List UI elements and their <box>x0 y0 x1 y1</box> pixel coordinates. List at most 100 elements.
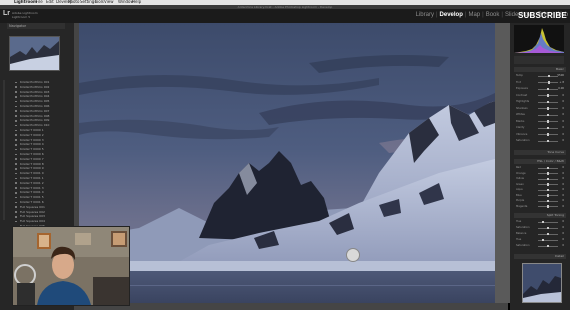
slider-row[interactable]: Balance 0 <box>516 232 564 236</box>
slider-row[interactable]: Magenta 0 <box>516 205 564 209</box>
hsl-panel-header[interactable]: HSL / Color / B&W <box>514 159 566 164</box>
slider-row[interactable]: Vibrance 0 <box>516 133 564 137</box>
slider-value: 0 <box>562 238 564 241</box>
lightroom-logo: Lr <box>3 10 10 17</box>
slider-row[interactable]: Hue 0 <box>516 220 564 224</box>
module-library[interactable]: Library <box>414 12 436 18</box>
slider-value: 0 <box>562 177 564 180</box>
slider-row[interactable]: Temp 5500 <box>516 74 564 78</box>
slider-row[interactable]: Aqua 0 <box>516 188 564 192</box>
slider-row[interactable]: Shadows 0 <box>516 107 564 111</box>
slider-row[interactable]: Saturation 0 <box>516 226 564 230</box>
slider-knob[interactable] <box>547 139 549 143</box>
menubar-item[interactable]: Help <box>132 0 141 4</box>
left-panel-scrollbar[interactable] <box>3 80 5 220</box>
slider-track[interactable] <box>538 221 558 223</box>
slider-label: Orange <box>516 171 526 175</box>
slider-knob[interactable] <box>547 177 549 181</box>
slider-track[interactable] <box>538 239 558 241</box>
module-map[interactable]: Map <box>466 12 482 18</box>
slider-knob[interactable] <box>547 232 549 236</box>
menubar-item[interactable]: View <box>104 0 114 4</box>
slider-label: Balance <box>516 232 527 235</box>
detail-panel-header[interactable]: Detail <box>514 254 566 259</box>
slider-value: + 8 <box>559 80 564 84</box>
slider-row[interactable]: Tint + 8 <box>516 81 564 85</box>
slider-row[interactable]: Purple 0 <box>516 199 564 203</box>
menubar-item[interactable]: File <box>36 0 43 4</box>
identity-plate-line2: Lightroom 5 <box>12 15 31 19</box>
slider-knob[interactable] <box>547 100 549 104</box>
slider-row[interactable]: Yellow 0 <box>516 177 564 181</box>
slider-knob[interactable] <box>547 120 549 123</box>
slider-knob[interactable] <box>547 199 549 203</box>
slider-row[interactable]: Blue 0 <box>516 194 564 198</box>
module-book[interactable]: Book <box>484 12 502 18</box>
tone-curve-panel-header[interactable]: Tone Curve <box>514 150 566 155</box>
detail-preview-thumbnail[interactable] <box>522 263 562 303</box>
slider-row[interactable]: Red 0 <box>516 166 564 170</box>
slider-label: Blue <box>516 193 522 197</box>
slider-knob[interactable] <box>548 74 550 78</box>
slider-row[interactable]: Hue 0 <box>516 238 564 242</box>
slider-knob[interactable] <box>547 113 549 117</box>
navigator-label: Navigator <box>9 24 27 28</box>
slider-knob[interactable] <box>547 126 549 130</box>
slider-knob[interactable] <box>542 220 544 224</box>
slider-label: Magenta <box>516 204 528 208</box>
navigator-preview[interactable] <box>9 36 60 71</box>
slider-knob[interactable] <box>547 172 549 175</box>
split-toning-panel-header[interactable]: Split Toning <box>514 213 566 218</box>
slider-value: 0 <box>562 139 564 142</box>
slider-label: Saturation <box>516 226 530 229</box>
identity-plate: Adobe Lightroom Lightroom 5 <box>12 11 38 19</box>
slider-value: 0 <box>562 193 564 197</box>
slider-row[interactable]: Contrast 0 <box>516 94 564 98</box>
slider-label: Yellow <box>516 177 524 180</box>
slider-row[interactable]: Highlights 0 <box>516 100 564 104</box>
slider-row[interactable]: Whites 0 <box>516 113 564 117</box>
slider-value: 0 <box>562 132 564 136</box>
histogram[interactable] <box>514 25 564 53</box>
slider-row[interactable]: Green 0 <box>516 183 564 187</box>
slider-knob[interactable] <box>547 94 549 97</box>
slider-knob[interactable] <box>547 226 549 230</box>
slider-knob[interactable] <box>542 238 544 242</box>
slider-value: 0 <box>562 226 564 229</box>
slider-row[interactable]: Blacks 0 <box>516 120 564 124</box>
slider-row[interactable]: Exposure 0.00 <box>516 87 564 91</box>
basic-panel-header[interactable]: Basic <box>514 67 566 72</box>
slider-knob[interactable] <box>547 87 549 91</box>
menubar-app-name[interactable]: Lightroom <box>14 0 37 4</box>
slider-row[interactable]: Orange 0 <box>516 172 564 176</box>
slider-label: Whites <box>516 113 525 116</box>
menubar-item[interactable]: Photo <box>68 0 79 4</box>
slider-knob[interactable] <box>548 81 550 84</box>
navigator-header[interactable]: Navigator <box>7 23 65 29</box>
slider-knob[interactable] <box>547 194 549 197</box>
slider-label: Green <box>516 182 524 186</box>
slider-value: 0 <box>562 166 564 169</box>
slider-knob[interactable] <box>547 205 549 208</box>
subscribe-overlay[interactable]: SUBSCRIBE <box>518 11 567 20</box>
module-develop[interactable]: Develop <box>438 12 465 18</box>
slider-knob[interactable] <box>547 166 549 170</box>
slider-label: Vibrance <box>516 132 528 136</box>
menubar-item[interactable]: Tools <box>94 0 104 4</box>
presets-list: Kristal Portfolio 001 Kristal Portfolio 0… <box>14 80 64 238</box>
slider-row[interactable]: Saturation 0 <box>516 244 564 248</box>
menubar-item[interactable]: Edit <box>46 0 54 4</box>
slider-label: Temp <box>516 74 523 77</box>
photo-preview[interactable] <box>79 23 495 303</box>
slider-knob[interactable] <box>547 244 549 248</box>
slider-knob[interactable] <box>547 188 549 192</box>
slider-label: Contrast <box>516 93 528 97</box>
slider-label: Purple <box>516 199 525 202</box>
slider-knob[interactable] <box>547 183 549 186</box>
slider-row[interactable]: Saturation 0 <box>516 139 564 143</box>
slider-value: 0 <box>562 204 564 208</box>
slider-knob[interactable] <box>547 133 549 136</box>
slider-row[interactable]: Clarity 0 <box>516 126 564 130</box>
develop-tool-strip[interactable] <box>514 56 564 64</box>
slider-knob[interactable] <box>547 107 549 110</box>
